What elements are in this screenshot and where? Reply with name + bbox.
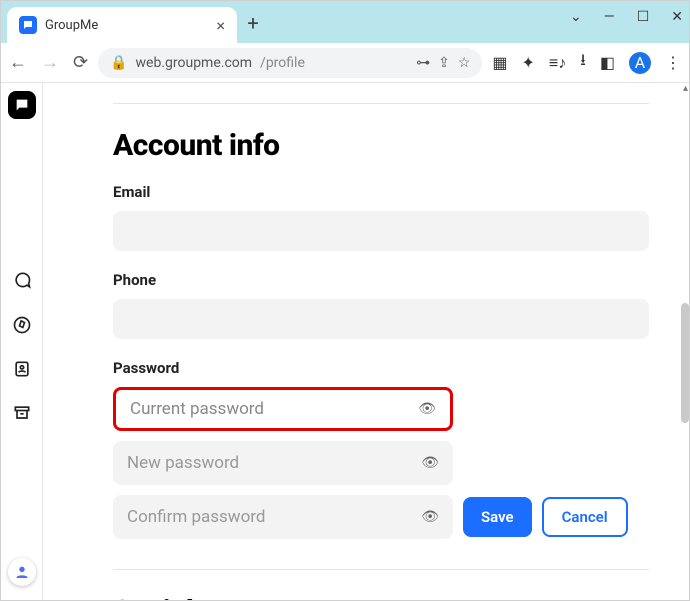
- toggle-visibility-icon[interactable]: 👁: [418, 401, 436, 417]
- password-label: Password: [113, 359, 649, 377]
- email-field[interactable]: [113, 211, 649, 251]
- contacts-icon[interactable]: [1, 347, 43, 391]
- toggle-visibility-icon[interactable]: 👁: [421, 455, 439, 471]
- section-title-account: Account info: [113, 128, 649, 163]
- window-titlebar: GroupMe × + ⌄ — ☐ ✕: [1, 1, 689, 43]
- archive-icon[interactable]: [1, 391, 43, 435]
- back-button[interactable]: ←: [9, 52, 27, 73]
- phone-label: Phone: [113, 271, 649, 289]
- phone-field[interactable]: [113, 299, 649, 339]
- current-password-field[interactable]: Current password 👁: [113, 387, 453, 431]
- forward-button: →: [41, 52, 59, 73]
- downloads-icon[interactable]: ⭳: [580, 49, 586, 76]
- email-label: Email: [113, 183, 649, 201]
- profile-avatar[interactable]: A: [629, 52, 651, 74]
- chats-icon[interactable]: [1, 259, 43, 303]
- tab-close-icon[interactable]: ×: [216, 16, 225, 35]
- panel-icon[interactable]: ◧: [600, 53, 615, 72]
- divider: [113, 103, 649, 104]
- maximize-icon[interactable]: ☐: [637, 9, 650, 25]
- reading-list-icon[interactable]: ≡♪: [549, 53, 566, 73]
- reload-button[interactable]: ⟳: [73, 52, 88, 73]
- current-password-placeholder: Current password: [130, 399, 264, 419]
- lock-icon: 🔒: [110, 55, 127, 71]
- key-icon[interactable]: ⊶: [416, 55, 430, 71]
- close-window-icon[interactable]: ✕: [671, 9, 683, 25]
- extensions-icon[interactable]: ✦: [522, 53, 535, 72]
- bookmark-icon[interactable]: ☆: [458, 55, 471, 71]
- confirm-password-field[interactable]: Confirm password 👁: [113, 495, 453, 539]
- new-password-placeholder: New password: [127, 453, 239, 473]
- divider: [113, 569, 649, 570]
- scroll-up-icon[interactable]: ▴: [683, 83, 688, 94]
- app-sidebar: [1, 83, 43, 600]
- toggle-visibility-icon[interactable]: 👁: [421, 509, 439, 525]
- cancel-button[interactable]: Cancel: [542, 497, 628, 537]
- section-title-social: Social: [113, 594, 649, 600]
- window-controls: ⌄ — ☐ ✕: [570, 1, 683, 33]
- scrollbar-thumb[interactable]: [681, 303, 689, 423]
- user-profile-button[interactable]: [8, 558, 36, 586]
- tab-title: GroupMe: [45, 18, 208, 33]
- groupme-favicon: [19, 16, 37, 34]
- translate-icon[interactable]: ▦: [492, 53, 507, 72]
- confirm-password-placeholder: Confirm password: [127, 507, 265, 527]
- menu-icon[interactable]: ⋮: [665, 53, 681, 72]
- main-content: ▴ Account info Email Phone Password Curr…: [43, 83, 689, 600]
- address-bar[interactable]: 🔒 web.groupme.com/profile ⊶ ⇪ ☆: [98, 48, 482, 78]
- url-host: web.groupme.com: [136, 55, 253, 71]
- chevron-down-icon[interactable]: ⌄: [570, 9, 582, 25]
- browser-toolbar: ← → ⟳ 🔒 web.groupme.com/profile ⊶ ⇪ ☆ ▦ …: [1, 43, 689, 83]
- discover-icon[interactable]: [1, 303, 43, 347]
- minimize-icon[interactable]: —: [604, 9, 615, 25]
- groupme-logo-icon[interactable]: [8, 91, 36, 119]
- new-password-field[interactable]: New password 👁: [113, 441, 453, 485]
- save-button[interactable]: Save: [463, 497, 532, 537]
- browser-tab[interactable]: GroupMe ×: [7, 7, 237, 43]
- url-path: /profile: [260, 55, 305, 71]
- new-tab-button[interactable]: +: [237, 7, 269, 39]
- share-icon[interactable]: ⇪: [438, 55, 450, 71]
